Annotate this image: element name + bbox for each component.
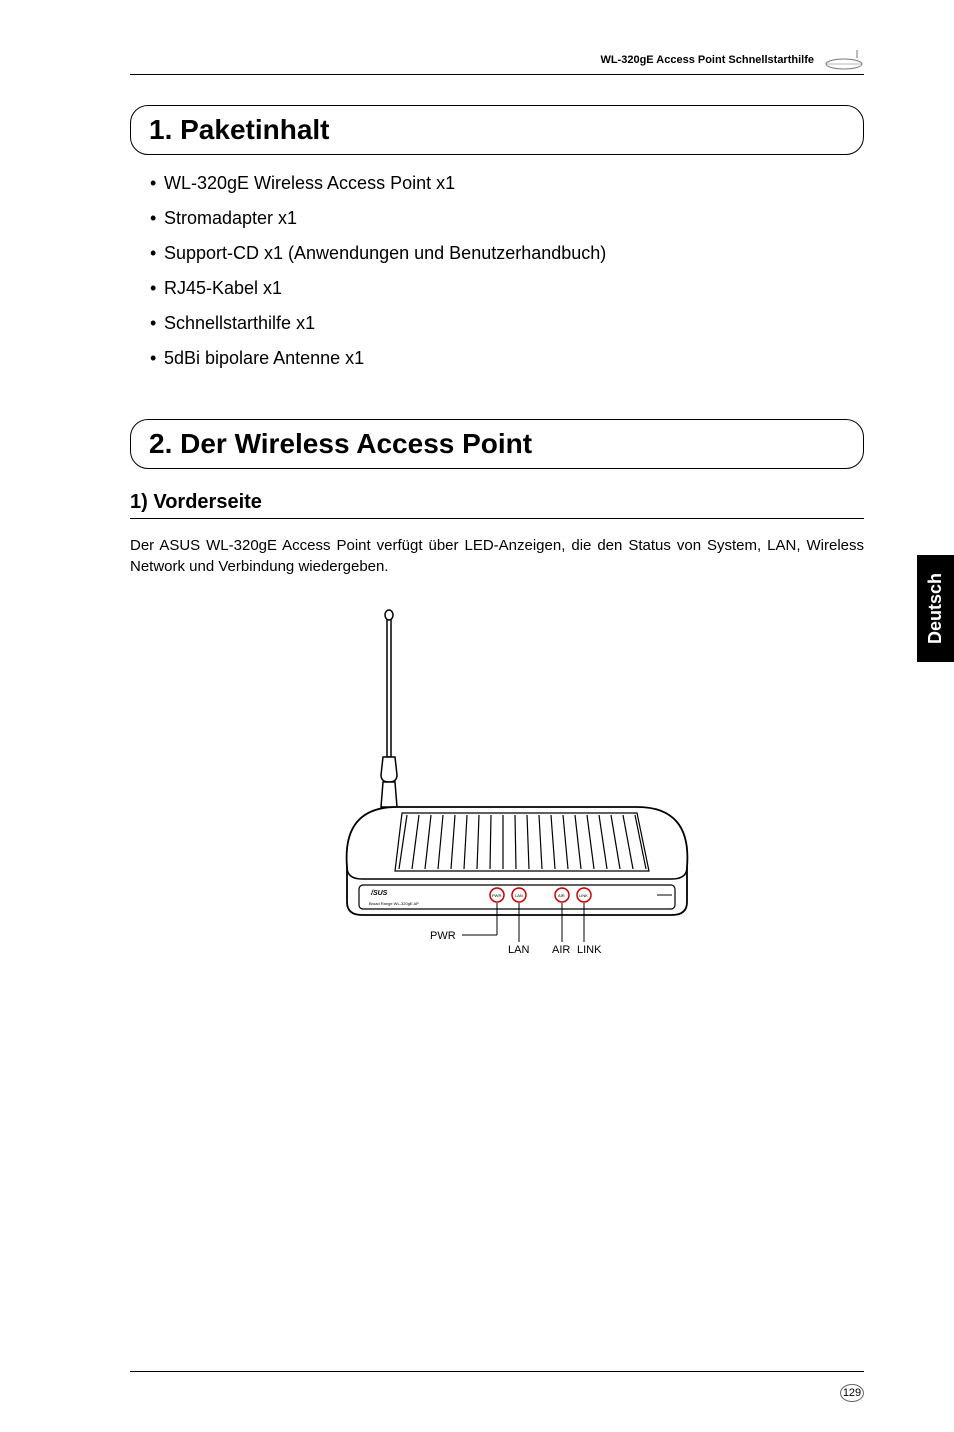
list-item: WL-320gE Wireless Access Point x1	[150, 173, 864, 194]
package-contents-list: WL-320gE Wireless Access Point x1 Stroma…	[130, 173, 864, 369]
list-item: 5dBi bipolare Antenne x1	[150, 348, 864, 369]
svg-text:/SUS: /SUS	[370, 890, 388, 897]
subsection-1-title: 1) Vorderseite	[130, 491, 864, 519]
svg-text:AIR: AIR	[558, 893, 565, 898]
device-diagram: /SUS Broad Range WL-320gE AP PWR LAN AIR…	[130, 607, 864, 987]
router-icon	[824, 50, 864, 70]
section-2-title: 2. Der Wireless Access Point	[149, 428, 845, 460]
language-tab: Deutsch	[917, 555, 954, 662]
list-item: Stromadapter x1	[150, 208, 864, 229]
diagram-label-lan: LAN	[508, 944, 529, 956]
svg-text:Broad Range WL-320gE AP: Broad Range WL-320gE AP	[369, 901, 419, 906]
diagram-label-link: LINK	[577, 944, 602, 956]
section-2-box: 2. Der Wireless Access Point	[130, 419, 864, 469]
list-item: RJ45-Kabel x1	[150, 278, 864, 299]
header-title: WL-320gE Access Point Schnellstarthilfe	[600, 54, 814, 66]
page-number: 129	[840, 1384, 864, 1402]
svg-text:LAN: LAN	[515, 893, 523, 898]
section-1-box: 1. Paketinhalt	[130, 105, 864, 155]
svg-text:PWR: PWR	[492, 893, 501, 898]
footer-divider	[130, 1371, 864, 1372]
body-paragraph: Der ASUS WL-320gE Access Point verfügt ü…	[130, 535, 864, 577]
list-item: Support-CD x1 (Anwendungen und Benutzerh…	[150, 243, 864, 264]
diagram-label-pwr: PWR	[430, 930, 456, 942]
diagram-label-air: AIR	[552, 944, 570, 956]
section-1-title: 1. Paketinhalt	[149, 114, 845, 146]
svg-text:LINK: LINK	[579, 893, 588, 898]
page-header: WL-320gE Access Point Schnellstarthilfe	[130, 50, 864, 75]
list-item: Schnellstarthilfe x1	[150, 313, 864, 334]
